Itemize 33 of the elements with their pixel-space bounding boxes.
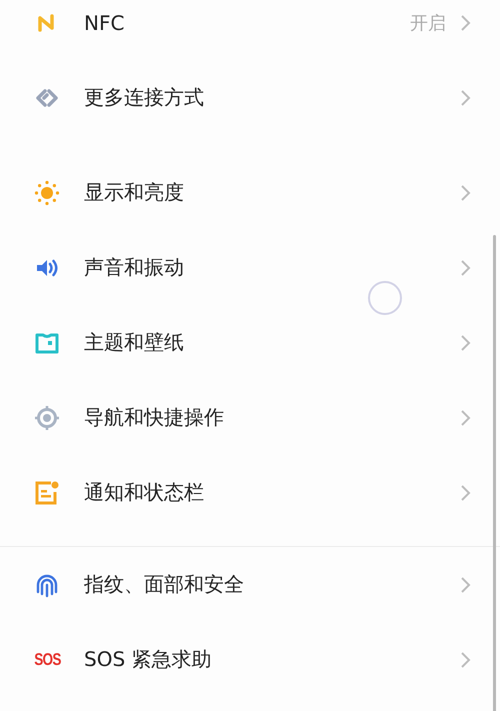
sos-label: SOS	[34, 650, 60, 670]
item-label: 主题和壁纸	[84, 329, 185, 356]
chevron-icon	[460, 14, 472, 32]
chevron-icon	[460, 258, 472, 276]
item-label: 显示和亮度	[84, 179, 185, 206]
chevron-icon	[460, 650, 472, 668]
item-label: 指纹、面部和安全	[84, 571, 245, 598]
settings-item[interactable]: NFC 开启	[0, 0, 500, 60]
item-label: 声音和振动	[84, 254, 185, 281]
sun-icon	[34, 180, 60, 206]
item-label: 导航和快捷操作	[84, 404, 225, 431]
chevron-icon	[460, 88, 472, 106]
chevron-icon	[460, 334, 472, 352]
item-label: 更多连接方式	[84, 84, 205, 111]
chevron-icon	[460, 484, 472, 502]
item-value: 开启	[410, 12, 446, 34]
settings-item[interactable]: 显示和亮度	[0, 155, 500, 230]
settings-item[interactable]: 通知和状态栏	[0, 455, 500, 530]
target-icon	[34, 404, 60, 430]
touch-indicator	[368, 281, 402, 315]
settings-item[interactable]: 主题和壁纸	[0, 305, 500, 380]
item-label: 通知和状态栏	[84, 479, 205, 506]
chevron-icon	[460, 408, 472, 426]
chevron-icon	[460, 184, 472, 202]
settings-item[interactable]: SOS SOS 紧急求助	[0, 622, 500, 697]
settings-item[interactable]: 更多连接方式	[0, 60, 500, 135]
notification-icon	[34, 480, 60, 506]
settings-item[interactable]: 导航和快捷操作	[0, 380, 500, 455]
item-label: SOS 紧急求助	[84, 646, 212, 673]
item-label: NFC	[84, 10, 126, 34]
settings-item[interactable]: 声音和振动	[0, 230, 500, 305]
settings-item[interactable]: 指纹、面部和安全	[0, 547, 500, 622]
chevron-icon	[460, 576, 472, 594]
